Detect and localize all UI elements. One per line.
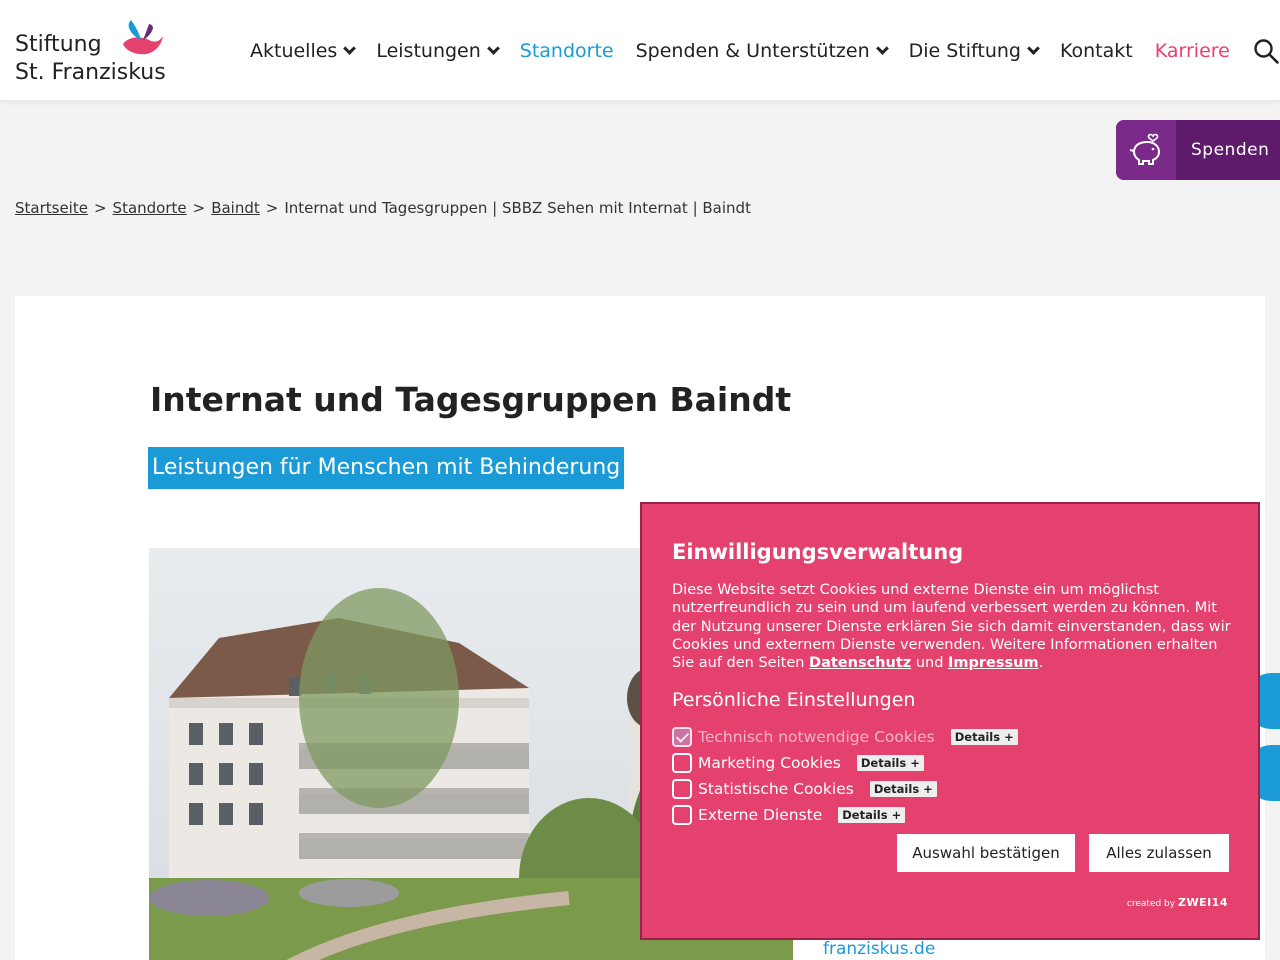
cookie-option-label: Externe Dienste bbox=[698, 806, 823, 824]
breadcrumb-separator: > bbox=[93, 199, 107, 217]
cookie-dialog-title: Einwilligungsverwaltung bbox=[672, 540, 964, 564]
details-button[interactable]: Details + bbox=[869, 781, 937, 797]
chevron-down-icon bbox=[875, 42, 889, 55]
created-by-brand: ZWEI14 bbox=[1177, 896, 1228, 909]
nav-label: Kontakt bbox=[1060, 40, 1133, 62]
cookie-dialog-text: Diese Website setzt Cookies und externe … bbox=[672, 582, 1231, 672]
search-icon[interactable] bbox=[1253, 38, 1279, 64]
logo[interactable]: Stiftung St. Franziskus bbox=[15, 18, 175, 88]
cookie-option-label: Marketing Cookies bbox=[698, 754, 841, 772]
breadcrumb-separator: > bbox=[192, 199, 206, 217]
cookie-option-statistics: Statistische Cookies Details + bbox=[672, 778, 937, 800]
nav-label: Aktuelles bbox=[250, 40, 338, 62]
details-button[interactable]: Details + bbox=[856, 755, 924, 771]
nav-item-kontakt[interactable]: Kontakt bbox=[1060, 40, 1133, 62]
page-title: Internat und Tagesgruppen Baindt bbox=[150, 380, 792, 419]
website-link[interactable]: franziskus.de bbox=[823, 939, 935, 959]
cookie-text-and: und bbox=[915, 655, 944, 672]
bird-logo-icon bbox=[123, 20, 163, 55]
breadcrumb-link-standorte[interactable]: Standorte bbox=[113, 199, 187, 217]
created-by-text: created by bbox=[1126, 899, 1176, 909]
chevron-down-icon bbox=[486, 42, 500, 55]
cookie-consent-dialog: Einwilligungsverwaltung Diese Website se… bbox=[640, 502, 1260, 940]
cookie-option-external: Externe Dienste Details + bbox=[672, 804, 906, 826]
nav-item-karriere[interactable]: Karriere bbox=[1155, 40, 1230, 62]
piggy-bank-icon bbox=[1116, 120, 1176, 180]
statistics-cookies-checkbox[interactable] bbox=[672, 779, 692, 799]
site-header: Stiftung St. Franziskus Aktuelles Leistu… bbox=[0, 0, 1280, 100]
chevron-down-icon bbox=[343, 42, 357, 55]
chevron-down-icon bbox=[1027, 42, 1040, 55]
external-services-checkbox[interactable] bbox=[672, 805, 692, 825]
necessary-cookies-checkbox bbox=[672, 727, 692, 747]
cookie-option-marketing: Marketing Cookies Details + bbox=[672, 752, 924, 774]
cookie-option-label: Technisch notwendige Cookies bbox=[698, 728, 935, 746]
nav-item-spenden-unterstuetzen[interactable]: Spenden & Unterstützen bbox=[635, 40, 889, 62]
nav-label: Karriere bbox=[1154, 40, 1230, 62]
privacy-link[interactable]: Datenschutz bbox=[809, 655, 911, 671]
nav-item-standorte[interactable]: Standorte bbox=[520, 40, 614, 62]
breadcrumb: Startseite > Standorte > Baindt > Internat und… bbox=[15, 199, 751, 217]
nav-item-aktuelles[interactable]: Aktuelles bbox=[250, 40, 357, 62]
nav-item-leistungen[interactable]: Leistungen bbox=[376, 40, 500, 62]
breadcrumb-link-baindt[interactable]: Baindt bbox=[211, 199, 260, 217]
nav-label: Spenden & Unterstützen bbox=[635, 40, 870, 62]
cookie-option-necessary: Technisch notwendige Cookies Details + bbox=[672, 726, 1018, 748]
confirm-selection-button[interactable]: Auswahl bestätigen bbox=[897, 834, 1075, 872]
nav-label: Leistungen bbox=[376, 40, 481, 62]
cookie-option-label: Statistische Cookies bbox=[698, 780, 854, 798]
page-subtitle: Leistungen für Menschen mit Behinderung bbox=[148, 447, 625, 489]
breadcrumb-current: Internat und Tagesgruppen | SBBZ Sehen m… bbox=[284, 199, 751, 217]
marketing-cookies-checkbox[interactable] bbox=[672, 753, 692, 773]
logo-text-line2: St. Franziskus bbox=[15, 60, 166, 85]
logo-text-line1: Stiftung bbox=[15, 32, 102, 57]
main-nav: Aktuelles Leistungen Standorte Spenden &… bbox=[250, 36, 1252, 66]
nav-label: Die Stiftung bbox=[908, 40, 1021, 62]
imprint-link[interactable]: Impressum bbox=[948, 655, 1039, 671]
accept-all-button[interactable]: Alles zulassen bbox=[1089, 834, 1229, 872]
donate-button[interactable]: Spenden bbox=[1116, 120, 1280, 180]
donate-label: Spenden bbox=[1191, 140, 1270, 160]
breadcrumb-separator: > bbox=[265, 199, 279, 217]
nav-item-die-stiftung[interactable]: Die Stiftung bbox=[908, 40, 1040, 62]
details-button[interactable]: Details + bbox=[838, 807, 906, 823]
breadcrumb-link-startseite[interactable]: Startseite bbox=[15, 199, 88, 217]
personal-settings-heading: Persönliche Einstellungen bbox=[672, 689, 916, 711]
details-button[interactable]: Details + bbox=[950, 729, 1018, 745]
created-by-credit[interactable]: created by ZWEI14 bbox=[1127, 896, 1228, 909]
nav-label: Standorte bbox=[519, 40, 614, 62]
